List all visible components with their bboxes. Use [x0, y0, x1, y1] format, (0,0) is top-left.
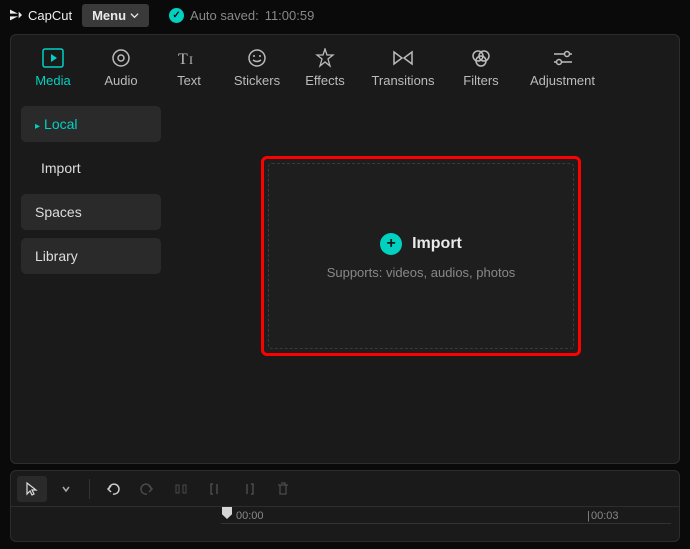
tab-label: Media: [35, 73, 70, 88]
text-icon: TI: [178, 47, 200, 69]
timecode-sep: |: [587, 510, 590, 522]
autosave-time: 11:00:59: [265, 8, 315, 23]
sidebar-item-label: Import: [41, 160, 81, 176]
undo-icon: [105, 481, 121, 497]
effects-icon: [314, 47, 336, 69]
import-dropzone[interactable]: + Import Supports: videos, audios, photo…: [261, 156, 581, 356]
caret-down-icon: ▸: [35, 121, 40, 132]
app-logo: CapCut: [8, 7, 72, 23]
svg-text:I: I: [189, 53, 193, 67]
sidebar-item-spaces[interactable]: Spaces: [21, 194, 161, 230]
tab-filters[interactable]: Filters: [447, 47, 515, 88]
transitions-icon: [392, 47, 414, 69]
redo-button[interactable]: [132, 476, 162, 502]
tab-adjustment[interactable]: Adjustment: [515, 47, 610, 88]
chevron-down-icon: [61, 484, 71, 494]
tab-transitions[interactable]: Transitions: [359, 47, 447, 88]
sidebar-item-label: Spaces: [35, 204, 82, 220]
tab-label: Effects: [305, 73, 345, 88]
undo-button[interactable]: [98, 476, 128, 502]
bracket-left-icon: [207, 481, 223, 497]
sidebar-item-local[interactable]: ▸ Local: [21, 106, 161, 142]
media-sidebar: ▸ Local Import Spaces Library: [11, 96, 171, 463]
sidebar-item-label: Library: [35, 248, 78, 264]
title-bar: CapCut Menu ✓ Auto saved: 11:00:59: [0, 0, 690, 30]
tab-audio[interactable]: Audio: [87, 47, 155, 88]
tab-label: Audio: [104, 73, 137, 88]
check-icon: ✓: [169, 8, 184, 23]
supports-text: Supports: videos, audios, photos: [327, 265, 516, 280]
tab-label: Adjustment: [530, 73, 595, 88]
chevron-down-icon: [130, 11, 139, 20]
adjustment-icon: [552, 47, 574, 69]
timeline-panel: 00:00 | 00:03: [10, 470, 680, 542]
selection-tool-dropdown[interactable]: [51, 476, 81, 502]
menu-label: Menu: [92, 8, 126, 23]
split-button[interactable]: [166, 476, 196, 502]
delete-button[interactable]: [268, 476, 298, 502]
media-body: ▸ Local Import Spaces Library + Import Su…: [11, 96, 679, 463]
tab-text[interactable]: TI Text: [155, 47, 223, 88]
trash-icon: [275, 481, 291, 497]
timecode-start: 00:00: [236, 510, 264, 522]
autosave-prefix: Auto saved:: [190, 8, 259, 23]
tab-label: Transitions: [371, 73, 434, 88]
cursor-icon: [24, 481, 40, 497]
import-label: Import: [412, 235, 462, 253]
menu-button[interactable]: Menu: [82, 4, 149, 27]
tab-stickers[interactable]: Stickers: [223, 47, 291, 88]
app-name: CapCut: [28, 8, 72, 23]
playhead-icon: [222, 507, 232, 519]
playhead[interactable]: [221, 507, 233, 519]
sidebar-item-import[interactable]: Import: [21, 150, 161, 186]
media-icon: [42, 47, 64, 69]
tab-media[interactable]: Media: [19, 47, 87, 88]
svg-text:T: T: [178, 51, 188, 68]
tab-label: Text: [177, 73, 201, 88]
tool-tabbar: Media Audio TI Text Stickers Effects: [11, 35, 679, 96]
audio-icon: [110, 47, 132, 69]
capcut-logo-icon: [8, 7, 24, 23]
tab-label: Stickers: [234, 73, 280, 88]
redo-icon: [139, 481, 155, 497]
selection-tool-button[interactable]: [17, 476, 47, 502]
sidebar-item-label: Local: [44, 116, 77, 132]
delete-left-button[interactable]: [200, 476, 230, 502]
import-line: + Import: [380, 233, 462, 255]
ruler-line: [221, 523, 671, 524]
autosave-status: ✓ Auto saved: 11:00:59: [169, 8, 314, 23]
tab-label: Filters: [463, 73, 498, 88]
timecode-1: 00:03: [591, 510, 619, 522]
delete-right-button[interactable]: [234, 476, 264, 502]
media-canvas: + Import Supports: videos, audios, photo…: [171, 96, 679, 463]
filters-icon: [470, 47, 492, 69]
tab-effects[interactable]: Effects: [291, 47, 359, 88]
media-panel: Media Audio TI Text Stickers Effects: [10, 34, 680, 464]
split-icon: [173, 481, 189, 497]
plus-icon: +: [380, 233, 402, 255]
divider: [89, 479, 90, 499]
stickers-icon: [246, 47, 268, 69]
sidebar-item-library[interactable]: Library: [21, 238, 161, 274]
timeline-ruler[interactable]: 00:00 | 00:03: [11, 507, 679, 541]
timeline-toolbar: [11, 471, 679, 507]
bracket-right-icon: [241, 481, 257, 497]
